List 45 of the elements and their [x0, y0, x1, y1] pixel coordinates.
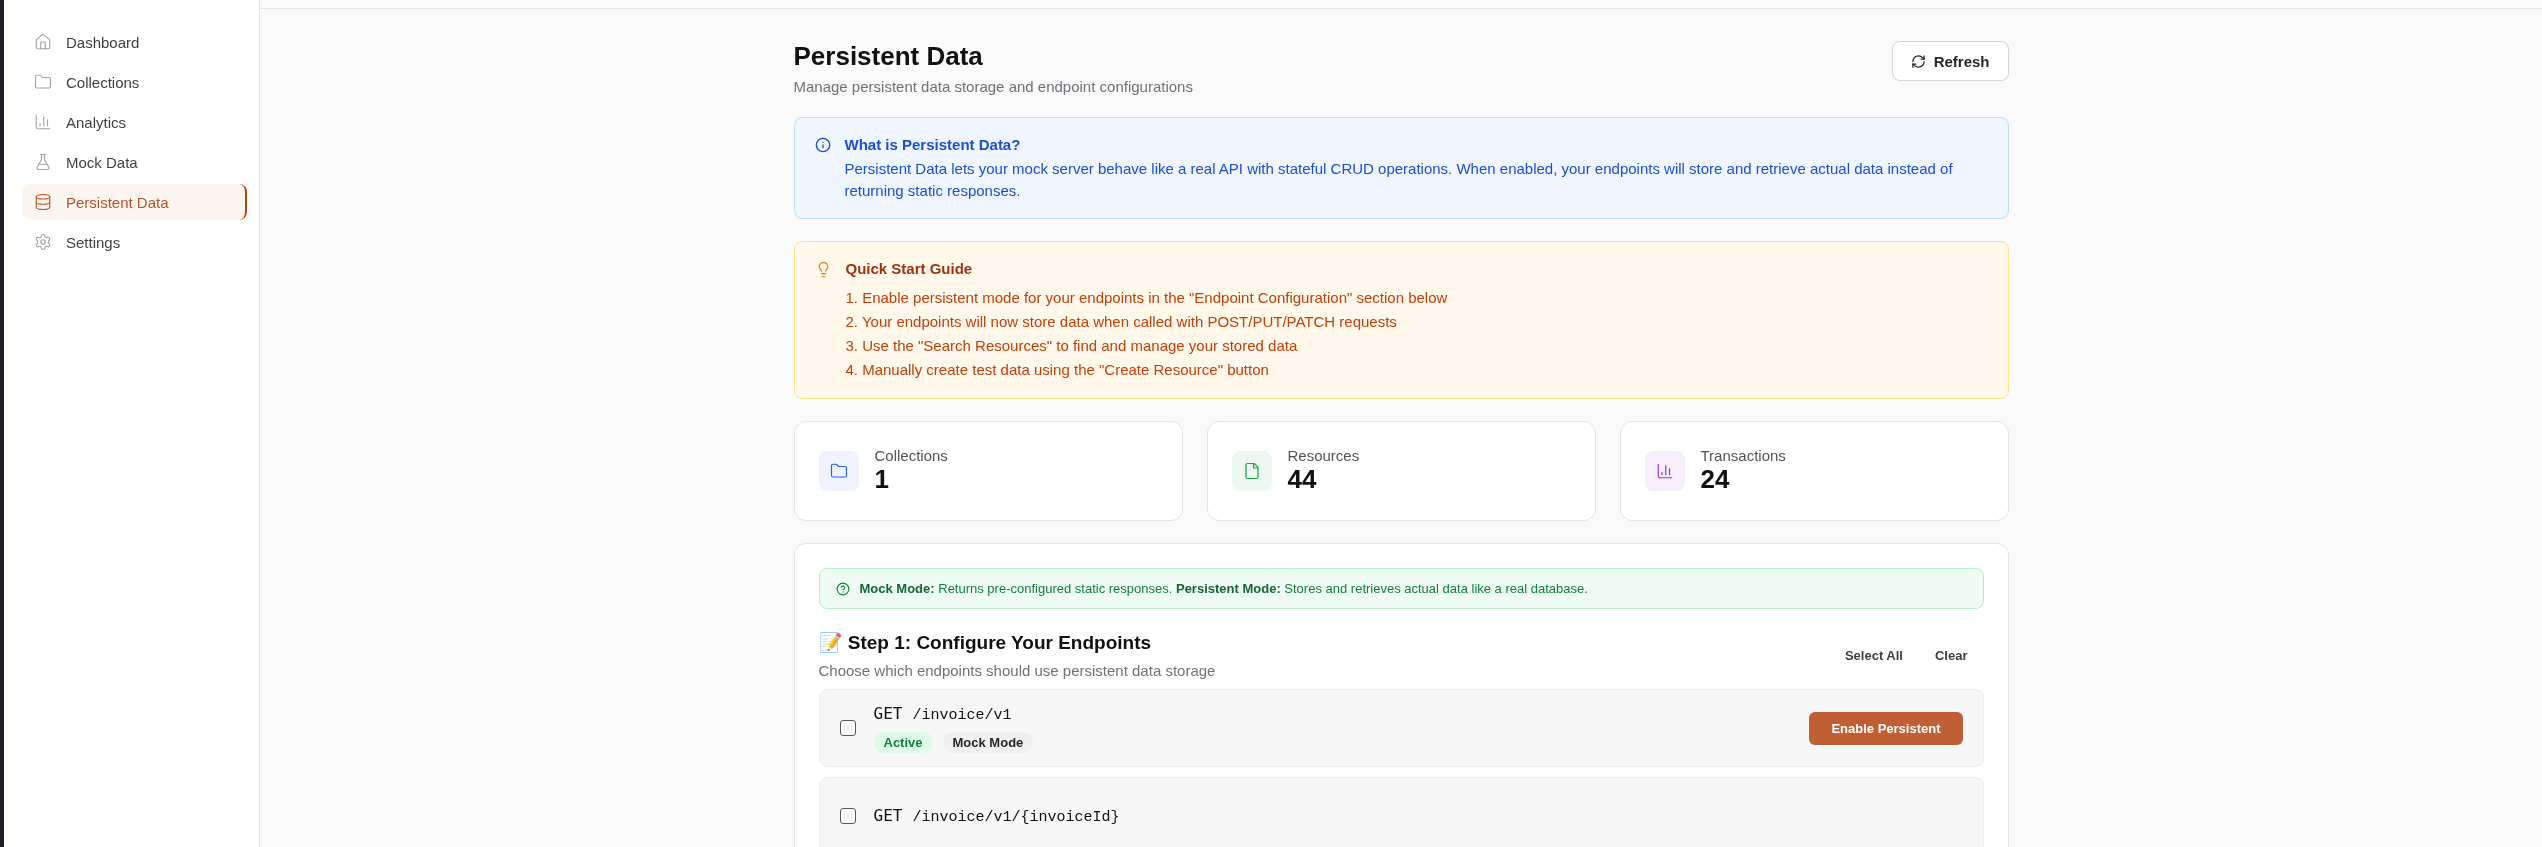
checkbox[interactable] [839, 720, 856, 736]
endpoint-path: /invoice/v1 [912, 706, 1012, 724]
alert-text: Persistent Data lets your mock server behave like a real API with stateful CRUD operations. When enabled, your endpoints will store and retrieve actual data instead of returning static responses. [844, 159, 1954, 201]
folder-icon [34, 73, 52, 91]
status-badge: Active [873, 731, 933, 753]
refresh-icon [1910, 53, 1926, 69]
stat-value: 24 [1700, 464, 1731, 495]
guide-step: 3. Use the "Search Resources" to find and manage your stored data [845, 334, 1448, 358]
stat-value: 44 [1287, 464, 1318, 495]
page-subtitle: Manage persistent data storage and endpoint configurations [793, 78, 1193, 95]
bar-chart-icon [34, 113, 52, 131]
section-subtitle: Choose which endpoints should use persistent data storage [818, 662, 1216, 679]
stat-label: Transactions [1700, 447, 1786, 464]
sidebar-item[interactable]: Mock Data [22, 144, 247, 180]
database-icon [34, 193, 52, 211]
http-method: GET [873, 806, 903, 825]
mode-badge: Mock Mode [942, 731, 1034, 753]
checkbox[interactable] [839, 808, 856, 824]
sidebar-item[interactable]: Analytics [22, 104, 247, 140]
guide-title: Quick Start Guide [845, 259, 974, 279]
mode-note-text: Mock Mode: Returns pre-configured static responses. Persistent Mode: Stores and retrieves actual data like a real database. [859, 581, 1588, 596]
enable-persistent-button[interactable]: Enable Persistent [1809, 711, 1963, 745]
http-method: GET [873, 703, 903, 723]
action-button[interactable]: Clear [1918, 639, 1984, 671]
stat-label: Resources [1287, 447, 1360, 464]
house-icon [34, 33, 52, 51]
guide-step: 4. Manually create test data using the "Create Resource" button [845, 358, 1448, 382]
page-title: Persistent Data [793, 41, 984, 72]
stat-value: 1 [874, 464, 890, 495]
sidebar-item[interactable]: Settings [22, 224, 247, 260]
action-button[interactable]: Select All [1828, 639, 1919, 671]
refresh-button[interactable]: Refresh [1891, 41, 2009, 81]
help-icon [835, 581, 850, 596]
guide-step: 1. Enable persistent mode for your endpoints in the "Endpoint Configuration" section below [845, 286, 1448, 310]
section-title: 📝 Step 1: Configure Your Endpoints [818, 631, 1153, 654]
info-icon [814, 137, 831, 153]
flask-icon [34, 153, 52, 171]
settings-icon [34, 233, 52, 251]
stat-label: Collections [874, 447, 948, 464]
endpoint-path: /invoice/v1/{invoiceId} [912, 809, 1120, 826]
sidebar-item[interactable]: Persistent Data [22, 184, 247, 220]
sidebar-item[interactable]: Dashboard [22, 24, 247, 60]
alert-title: What is Persistent Data? [844, 135, 1022, 155]
sidebar-item[interactable]: Collections [22, 64, 247, 100]
guide-step: 2. Your endpoints will now store data when called with POST/PUT/PATCH requests [845, 310, 1448, 334]
